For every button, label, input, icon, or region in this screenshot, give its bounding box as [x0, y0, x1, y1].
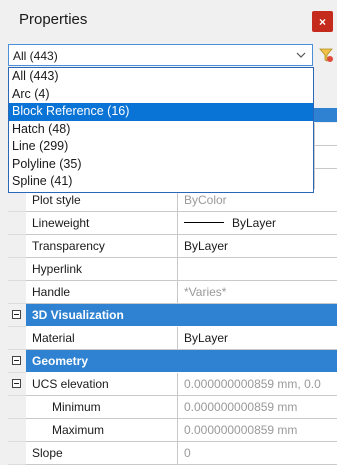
- property-value[interactable]: ByLayer: [178, 235, 337, 258]
- collapse-icon[interactable]: [12, 310, 21, 319]
- property-row-material[interactable]: Material ByLayer: [8, 327, 337, 350]
- chevron-down-icon: [296, 52, 306, 58]
- option-block-reference[interactable]: Block Reference (16): [9, 103, 313, 121]
- filter-dropdown-list[interactable]: All (443) Arc (4) Block Reference (16) H…: [8, 67, 314, 193]
- property-name: Lineweight: [26, 212, 178, 235]
- property-grid: Plot style ByColor Lineweight ByLayer Tr…: [8, 189, 337, 465]
- select-value: All (443): [13, 49, 58, 63]
- lineweight-value: ByLayer: [232, 216, 277, 230]
- filter-icon[interactable]: [317, 44, 335, 66]
- collapse-icon[interactable]: [12, 379, 21, 388]
- property-value[interactable]: 0.000000000859 mm: [178, 396, 337, 419]
- property-value[interactable]: 0.000000000859 mm, 0.0: [178, 373, 337, 396]
- option-all[interactable]: All (443): [9, 68, 313, 86]
- option-spline[interactable]: Spline (41): [9, 173, 313, 191]
- property-name: Minimum: [26, 396, 178, 419]
- property-row-minimum[interactable]: Minimum 0.000000000859 mm: [8, 396, 337, 419]
- property-name: Material: [26, 327, 178, 350]
- property-row-slope[interactable]: Slope 0: [8, 442, 337, 465]
- lineweight-swatch: [184, 222, 224, 224]
- property-row-hyperlink[interactable]: Hyperlink: [8, 258, 337, 281]
- section-geometry[interactable]: Geometry: [8, 350, 337, 373]
- property-value[interactable]: ByLayer: [178, 327, 337, 350]
- property-name: Transparency: [26, 235, 178, 258]
- option-arc[interactable]: Arc (4): [9, 86, 313, 104]
- panel-title: Properties: [19, 11, 88, 28]
- property-name: Hyperlink: [26, 258, 178, 281]
- option-polyline[interactable]: Polyline (35): [9, 156, 313, 174]
- property-name: UCS elevation: [26, 373, 178, 396]
- section-title: Geometry: [26, 350, 337, 373]
- property-row-maximum[interactable]: Maximum 0.000000000859 mm: [8, 419, 337, 442]
- option-hatch[interactable]: Hatch (48): [9, 121, 313, 139]
- rows-behind-dropdown: [314, 123, 337, 192]
- close-icon: ×: [318, 14, 326, 29]
- property-value[interactable]: 0: [178, 442, 337, 465]
- property-row-handle[interactable]: Handle *Varies*: [8, 281, 337, 304]
- option-line[interactable]: Line (299): [9, 138, 313, 156]
- close-button[interactable]: ×: [312, 11, 333, 32]
- property-row-ucs-elevation[interactable]: UCS elevation 0.000000000859 mm, 0.0: [8, 373, 337, 396]
- property-row-lineweight[interactable]: Lineweight ByLayer: [8, 212, 337, 235]
- entity-filter-select[interactable]: All (443): [8, 44, 313, 66]
- property-name: Slope: [26, 442, 178, 465]
- property-row-transparency[interactable]: Transparency ByLayer: [8, 235, 337, 258]
- property-value: *Varies*: [178, 281, 337, 304]
- section-3d-visualization[interactable]: 3D Visualization: [8, 304, 337, 327]
- property-name: Handle: [26, 281, 178, 304]
- property-value[interactable]: ByLayer: [178, 212, 337, 235]
- header-strip: [314, 108, 337, 122]
- property-name: Maximum: [26, 419, 178, 442]
- collapse-icon[interactable]: [12, 356, 21, 365]
- property-value[interactable]: 0.000000000859 mm: [178, 419, 337, 442]
- section-title: 3D Visualization: [26, 304, 337, 327]
- property-value[interactable]: [178, 258, 337, 281]
